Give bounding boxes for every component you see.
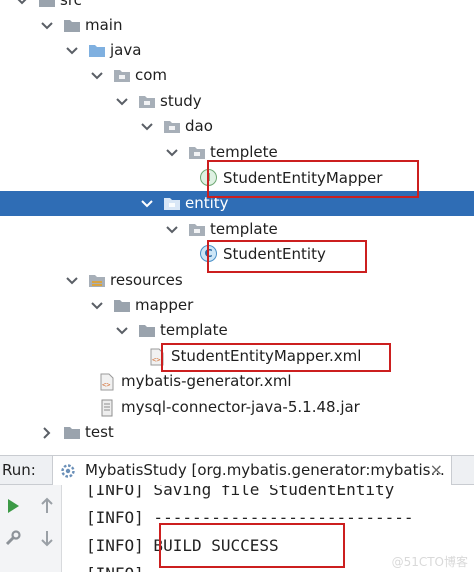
package-icon: [163, 118, 181, 135]
tree-item-label: resources: [110, 271, 183, 289]
svg-text:<>: <>: [102, 381, 110, 389]
package-icon: [188, 144, 206, 161]
class-icon: C: [200, 245, 217, 262]
tree-item[interactable]: com: [0, 63, 474, 88]
chevron-down-icon[interactable]: [165, 217, 179, 242]
chevron-down-icon[interactable]: [90, 63, 104, 88]
run-tab[interactable]: MybatisStudy [org.mybatis.generator:myba…: [52, 456, 452, 485]
tree-item-label: study: [160, 92, 202, 110]
tree-item-label: main: [85, 16, 123, 34]
tree-item[interactable]: template: [0, 318, 474, 343]
chevron-down-icon[interactable]: [65, 38, 79, 63]
tree-item-label: src: [60, 0, 82, 9]
tree-item[interactable]: I StudentEntityMapper: [0, 166, 474, 191]
console-line: [INFO] BUILD SUCCESS: [86, 536, 279, 555]
tree-item[interactable]: dao: [0, 114, 474, 139]
resources-folder-icon: [88, 272, 106, 289]
run-tab-title: MybatisStudy [org.mybatis.generator:myba…: [85, 461, 445, 479]
package-icon: [163, 195, 181, 212]
tree-item-label: test: [85, 423, 114, 441]
package-icon: [188, 221, 206, 238]
source-folder-icon: [88, 42, 106, 59]
tree-item[interactable]: java: [0, 38, 474, 63]
chevron-down-icon[interactable]: [140, 191, 154, 216]
folder-icon: [63, 17, 81, 34]
chevron-down-icon[interactable]: [15, 0, 29, 13]
tree-item[interactable]: templete: [0, 140, 474, 165]
xml-file-icon: <>: [99, 373, 117, 391]
xml-file-icon: <>: [149, 348, 167, 366]
chevron-down-icon[interactable]: [90, 293, 104, 318]
folder-icon: [113, 297, 131, 314]
package-icon: [113, 67, 131, 84]
tree-item[interactable]: src: [0, 0, 474, 13]
tree-item[interactable]: C StudentEntity: [0, 242, 474, 267]
arrow-up-icon[interactable]: [36, 495, 58, 517]
tree-item[interactable]: test: [0, 420, 474, 445]
tree-item-label: mybatis-generator.xml: [121, 372, 292, 390]
tree-item[interactable]: template: [0, 217, 474, 242]
jar-file-icon: [99, 399, 117, 417]
folder-icon: [38, 0, 56, 9]
folder-icon: [63, 424, 81, 441]
tree-item-label: mysql-connector-java-5.1.48.jar: [121, 398, 360, 416]
tree-item[interactable]: resources: [0, 268, 474, 293]
package-icon: [138, 93, 156, 110]
run-icon[interactable]: [2, 495, 24, 517]
chevron-right-icon[interactable]: [40, 420, 54, 445]
wrench-icon[interactable]: [2, 527, 24, 549]
run-label: Run:: [2, 461, 36, 479]
chevron-down-icon[interactable]: [140, 114, 154, 139]
chevron-down-icon[interactable]: [115, 89, 129, 114]
tree-item-label: com: [135, 66, 168, 84]
ide-window: src main java com study dao templete I Stu…: [0, 0, 474, 572]
tree-item-label: StudentEntityMapper: [223, 169, 383, 187]
chevron-down-icon[interactable]: [65, 268, 79, 293]
run-tool-window-header: Run: MybatisStudy [org.mybatis.generator…: [0, 455, 474, 485]
run-toolbar: [0, 485, 62, 572]
tree-item-label: java: [110, 41, 142, 59]
tree-item[interactable]: <> StudentEntityMapper.xml: [0, 344, 474, 369]
project-tree: src main java com study dao templete I Stu…: [0, 0, 474, 455]
tree-item-label: template: [210, 220, 278, 238]
chevron-down-icon[interactable]: [40, 13, 54, 38]
console-line: [INFO] ---------------------------: [86, 508, 414, 527]
tree-item[interactable]: mysql-connector-java-5.1.48.jar: [0, 395, 474, 420]
console-line: [INFO] ---------------------------: [86, 561, 414, 572]
tree-item[interactable]: entity: [0, 191, 474, 216]
chevron-down-icon[interactable]: [165, 140, 179, 165]
tree-item[interactable]: main: [0, 13, 474, 38]
arrow-down-icon[interactable]: [36, 527, 58, 549]
tree-item[interactable]: <> mybatis-generator.xml: [0, 369, 474, 394]
console-output[interactable]: [INFO] Saving file StudentEntity [INFO] …: [62, 485, 474, 572]
tree-item-label: StudentEntityMapper.xml: [171, 347, 362, 365]
console-line: [INFO] Saving file StudentEntity: [86, 485, 395, 499]
close-icon[interactable]: ×: [430, 460, 443, 479]
tree-item-label: templete: [210, 143, 278, 161]
tree-item-label: StudentEntity: [223, 245, 326, 263]
tree-item-label: dao: [185, 117, 213, 135]
tree-item[interactable]: mapper: [0, 293, 474, 318]
chevron-down-icon[interactable]: [115, 318, 129, 343]
tree-item-label: mapper: [135, 296, 194, 314]
tree-item-label: template: [160, 321, 228, 339]
watermark: @51CTO博客: [391, 555, 468, 569]
tree-item[interactable]: study: [0, 89, 474, 114]
tree-item-label: entity: [185, 194, 229, 212]
interface-icon: I: [200, 169, 217, 186]
folder-icon: [138, 322, 156, 339]
gear-icon: [59, 462, 77, 484]
svg-text:<>: <>: [152, 356, 160, 364]
